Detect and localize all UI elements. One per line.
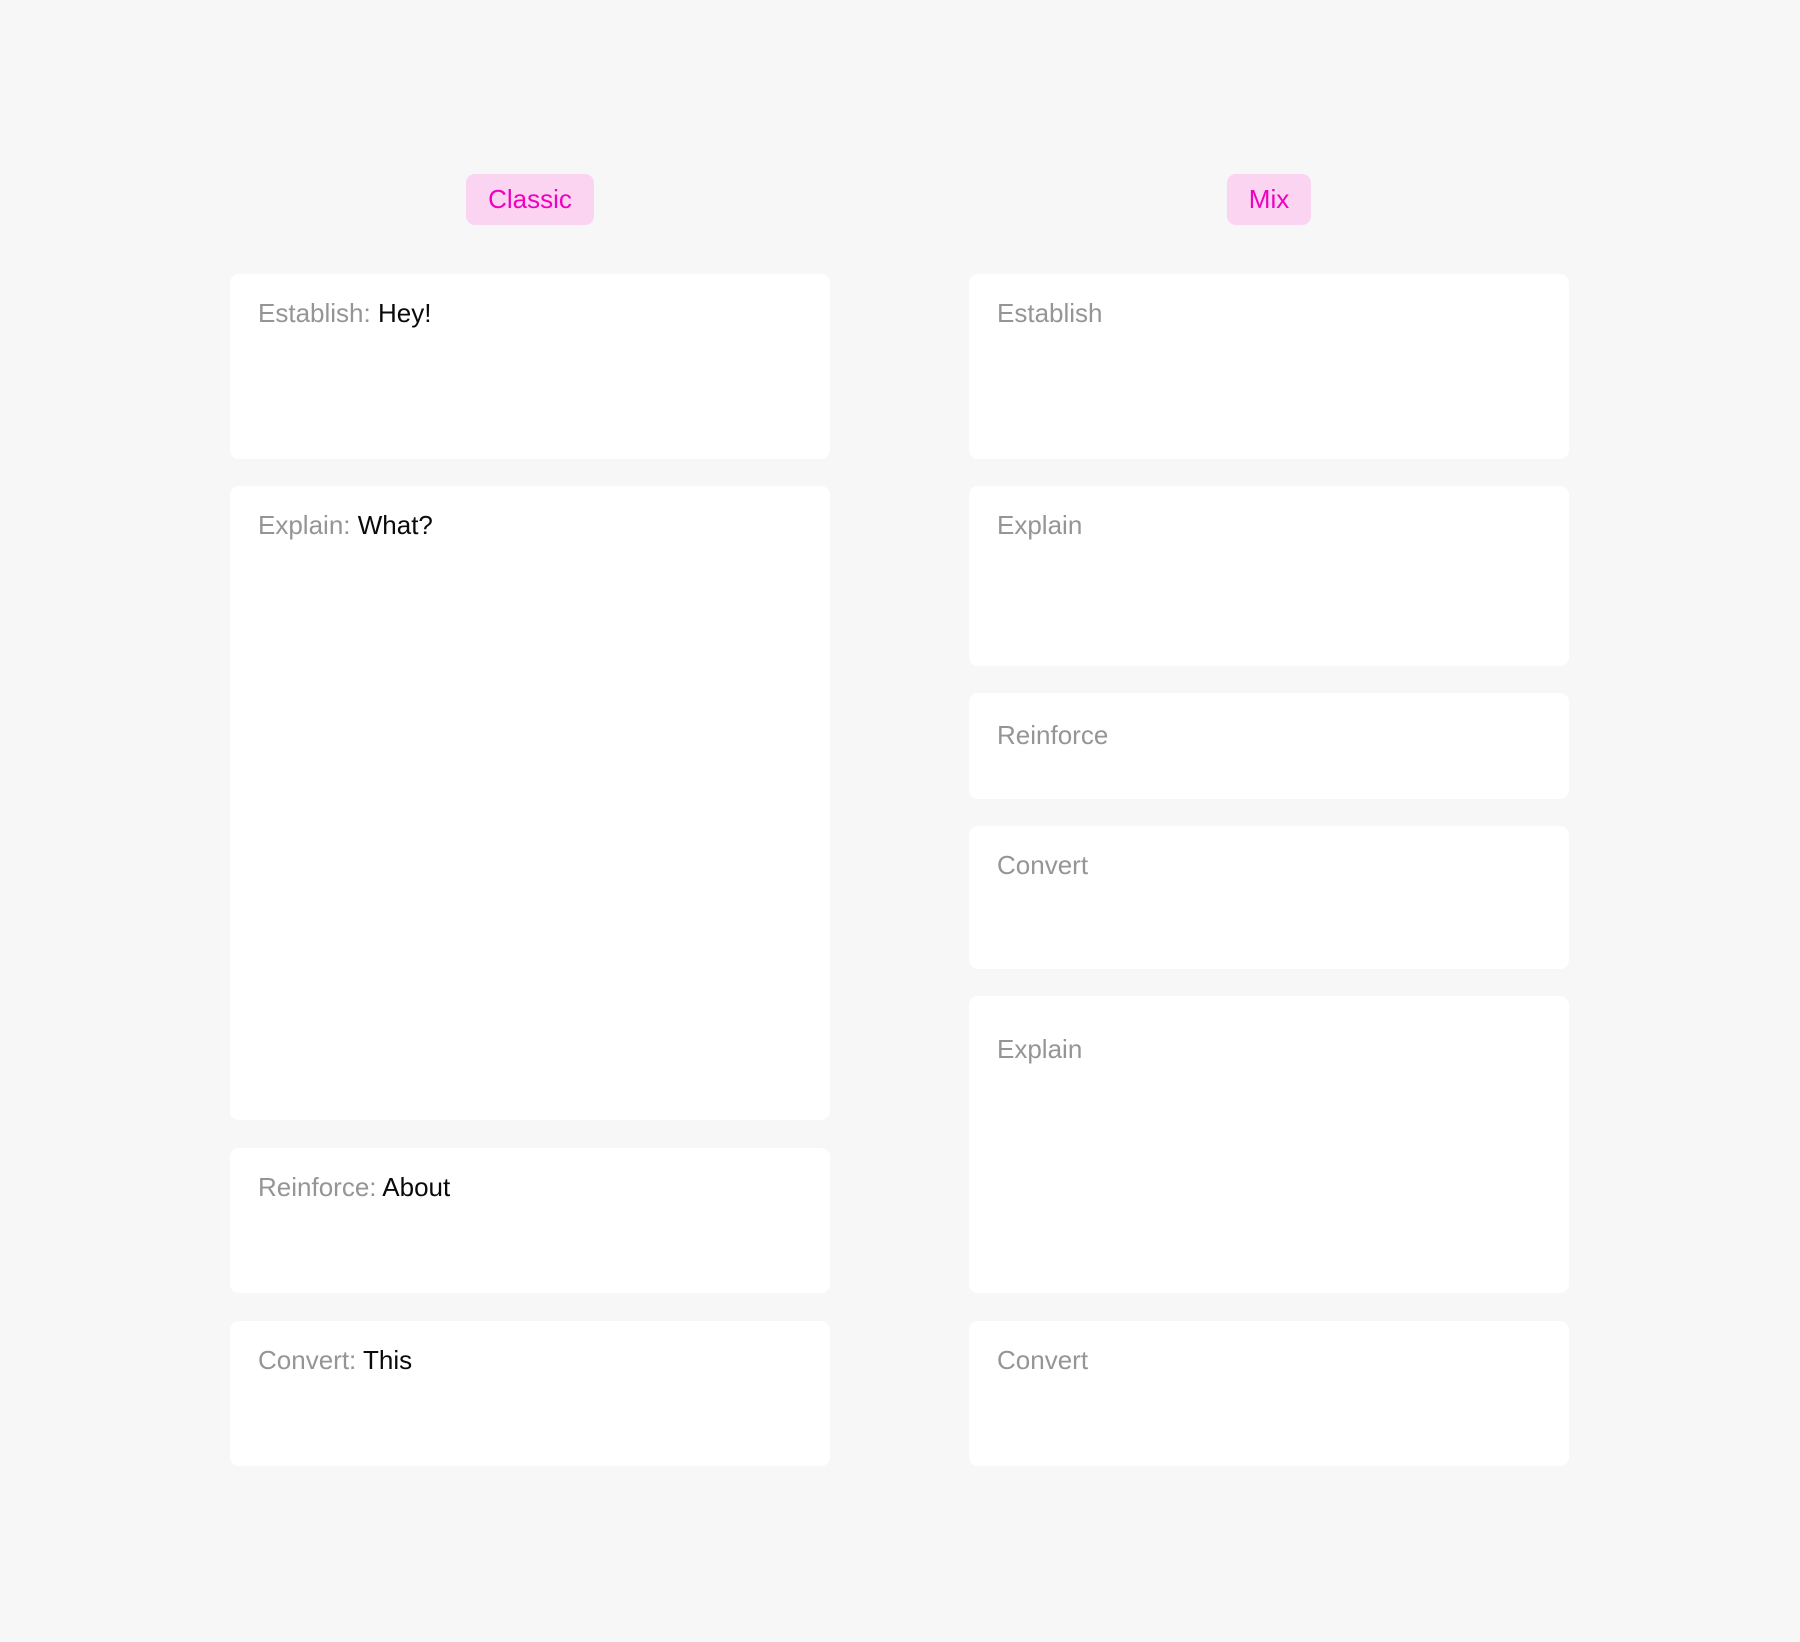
- classic-card-establish[interactable]: Establish: Hey!: [230, 274, 830, 459]
- card-label: Reinforce:: [258, 1172, 377, 1202]
- card-label: Convert:: [258, 1345, 357, 1375]
- card-label: Convert: [997, 850, 1089, 880]
- card-label: Establish: [997, 298, 1103, 328]
- classic-card-reinforce[interactable]: Reinforce: About: [230, 1148, 830, 1293]
- card-label: Explain:: [258, 510, 351, 540]
- card-value: Hey!: [377, 298, 432, 328]
- mix-card-explain-2[interactable]: Explain: [969, 996, 1569, 1293]
- mix-card-convert[interactable]: Convert: [969, 826, 1569, 969]
- card-label: Explain: [997, 1034, 1083, 1064]
- card-value: What?: [357, 510, 433, 540]
- column-title-mix: Mix: [1227, 174, 1311, 225]
- card-label: Establish:: [258, 298, 371, 328]
- mix-card-explain[interactable]: Explain: [969, 486, 1569, 666]
- card-label: Explain: [997, 510, 1083, 540]
- card-value: About: [382, 1172, 451, 1202]
- classic-card-explain[interactable]: Explain: What?: [230, 486, 830, 1120]
- mix-card-establish[interactable]: Establish: [969, 274, 1569, 459]
- card-label: Convert: [997, 1345, 1089, 1375]
- column-title-classic: Classic: [466, 174, 594, 225]
- mix-card-reinforce[interactable]: Reinforce: [969, 693, 1569, 799]
- card-value: This: [363, 1345, 413, 1375]
- mix-card-convert-2[interactable]: Convert: [969, 1321, 1569, 1466]
- classic-card-convert[interactable]: Convert: This: [230, 1321, 830, 1466]
- card-label: Reinforce: [997, 720, 1109, 750]
